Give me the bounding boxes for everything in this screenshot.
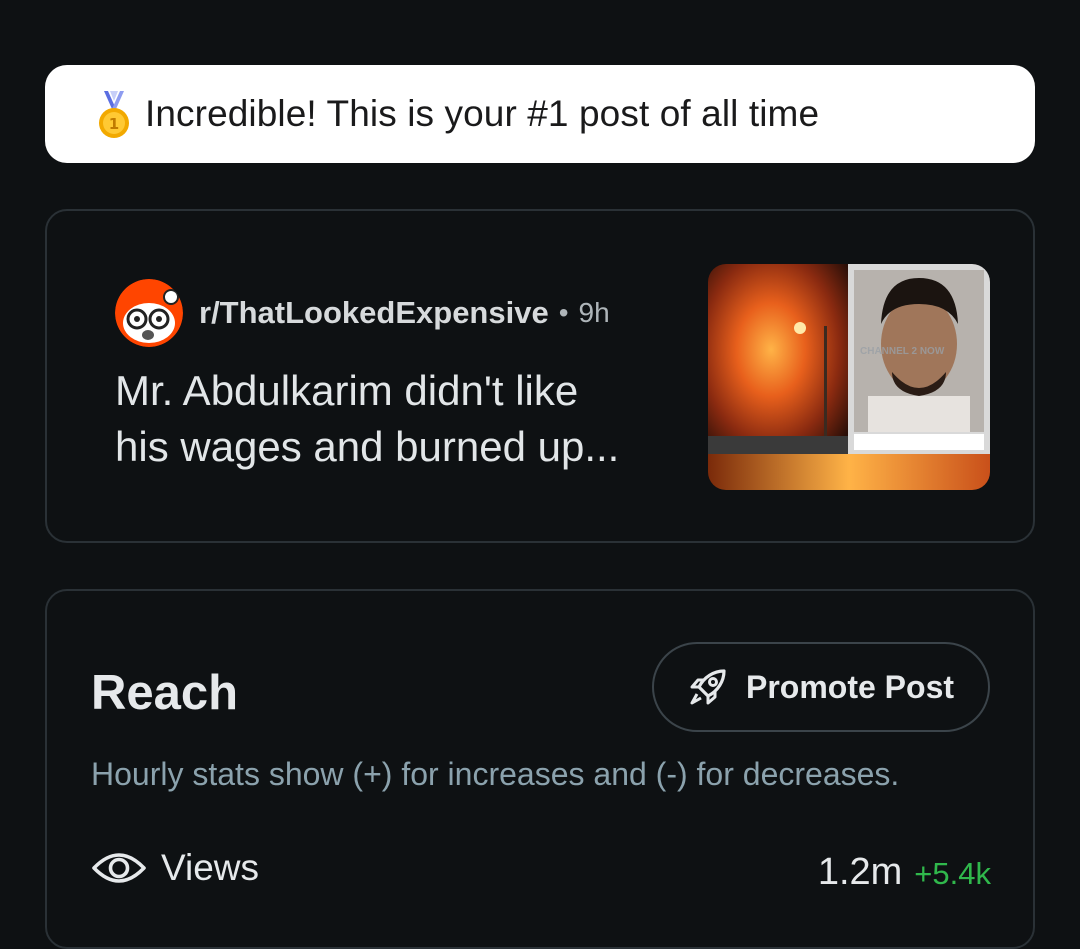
subreddit-name[interactable]: r/ThatLookedExpensive: [199, 295, 549, 331]
thumbnail-image: CHANNEL 2 NOW: [708, 264, 990, 490]
subreddit-avatar[interactable]: [115, 279, 183, 347]
views-delta: +5.4k: [914, 856, 991, 891]
post-title-line-2: his wages and burned up...: [115, 423, 620, 470]
thumbnail-watermark: CHANNEL 2 NOW: [860, 346, 945, 357]
post-thumbnail[interactable]: CHANNEL 2 NOW: [708, 264, 990, 490]
reach-title: Reach: [91, 666, 239, 720]
achievement-banner: 1 Incredible! This is your #1 post of al…: [45, 65, 1035, 163]
meta-separator: •: [558, 297, 569, 328]
subreddit-avatar-icon: [115, 279, 183, 347]
reach-card: Reach Promote Post Hourly stats show (+)…: [45, 589, 1035, 949]
post-card[interactable]: r/ThatLookedExpensive • 9h Mr. Abdulkari…: [45, 209, 1035, 543]
post-meta: r/ThatLookedExpensive • 9h: [115, 279, 610, 347]
views-stat-row: Views 1.2m +5.4k: [91, 847, 991, 897]
stats-hint: Hourly stats show (+) for increases and …: [91, 756, 900, 792]
post-title-line-1: Mr. Abdulkarim didn't like: [115, 367, 579, 414]
views-label: Views: [161, 847, 260, 888]
promote-post-button[interactable]: Promote Post: [652, 642, 990, 732]
rocket-icon: [690, 669, 726, 705]
medal-icon: 1: [99, 91, 129, 138]
svg-text:1: 1: [109, 115, 119, 133]
post-age: 9h: [578, 297, 610, 328]
views-value: 1.2m: [817, 851, 903, 893]
eye-icon: [92, 853, 146, 883]
post-title[interactable]: Mr. Abdulkarim didn't like his wages and…: [115, 363, 675, 475]
promote-post-label: Promote Post: [745, 668, 955, 705]
banner-text: Incredible! This is your #1 post of all …: [145, 93, 820, 134]
